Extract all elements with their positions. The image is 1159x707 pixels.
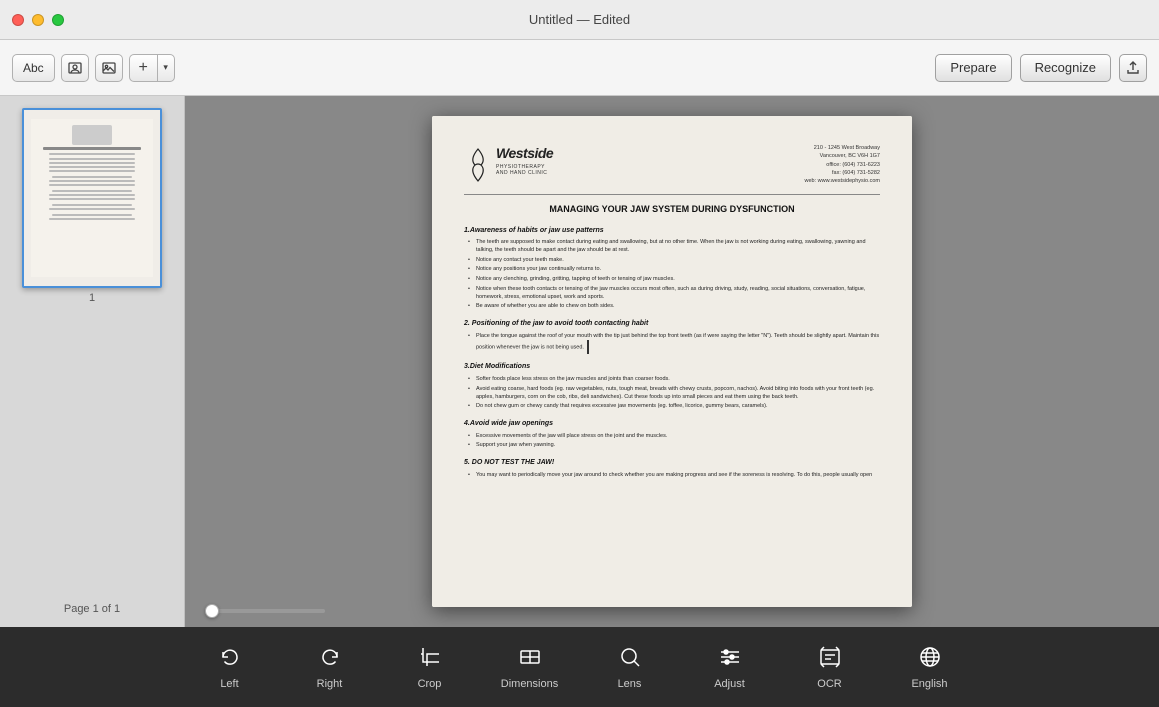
doc-address: 210 - 1245 West Broadway Vancouver, BC V… [804, 144, 880, 185]
zoom-slider-thumb[interactable] [205, 604, 219, 618]
rotate-left-icon [217, 644, 243, 674]
language-label: English [911, 678, 947, 690]
section1-bullet-2: Notice any contact your teeth make. [476, 257, 880, 265]
doc-logo-main: Westside [496, 144, 553, 164]
section1-bullet-4: Notice any clenching, grinding, gritting… [476, 276, 880, 284]
section5-bullet-1: You may want to periodically move your j… [476, 472, 880, 480]
prepare-button[interactable]: Prepare [935, 54, 1011, 82]
lens-icon [617, 644, 643, 674]
section4-bullet-1: Excessive movements of the jaw will plac… [476, 433, 880, 441]
adjust-label: Adjust [714, 678, 745, 690]
toolbar-left: Abc + ▾ [12, 54, 927, 82]
page-info: Page 1 of 1 [64, 595, 120, 615]
ocr-icon [817, 644, 843, 674]
dimensions-button[interactable]: Dimensions [480, 632, 580, 702]
section1-title: 1.Awareness of habits or jaw use pattern… [464, 226, 880, 236]
doc-logo-area: Westside PHYSIOTHERAPYAND HAND CLINIC [464, 144, 553, 186]
language-button[interactable]: English [880, 632, 980, 702]
doc-header: Westside PHYSIOTHERAPYAND HAND CLINIC 21… [464, 144, 880, 186]
title-bar: Untitled — Edited [0, 0, 1159, 40]
doc-logo-text: Westside PHYSIOTHERAPYAND HAND CLINIC [496, 144, 553, 177]
section1-bullet-6: Be aware of whether you are able to chew… [476, 303, 880, 311]
maximize-button[interactable] [52, 14, 64, 26]
contact-icon-button[interactable] [61, 54, 89, 82]
thumbnail-frame [22, 108, 162, 288]
ocr-label: OCR [817, 678, 841, 690]
section5-title: 5. DO NOT TEST THE JAW! [464, 458, 880, 468]
lens-label: Lens [618, 678, 642, 690]
dimensions-icon [517, 644, 543, 674]
minimize-button[interactable] [32, 14, 44, 26]
section-5: 5. DO NOT TEST THE JAW! You may want to … [464, 458, 880, 479]
thumb-logo [72, 125, 112, 145]
zoom-slider-area [185, 595, 1159, 627]
crop-icon [417, 644, 443, 674]
thumbnail-label: 1 [89, 292, 95, 304]
doc-divider [464, 194, 880, 195]
section4-title: 4.Avoid wide jaw openings [464, 419, 880, 429]
bottom-toolbar: Left Right Crop [0, 627, 1159, 707]
page-thumbnail[interactable]: 1 [12, 108, 172, 304]
thumbnail-inner [31, 119, 153, 277]
sidebar: 1 Page 1 of 1 [0, 96, 185, 627]
section4-bullet-2: Support your jaw when yawning. [476, 442, 880, 450]
crop-button[interactable]: Crop [380, 632, 480, 702]
dimensions-label: Dimensions [501, 678, 558, 690]
language-icon [917, 644, 943, 674]
adjust-icon [717, 644, 743, 674]
rotate-left-button[interactable]: Left [180, 632, 280, 702]
zoom-slider-track[interactable] [205, 609, 325, 613]
section-2: 2. Positioning of the jaw to avoid tooth… [464, 319, 880, 354]
share-button[interactable] [1119, 54, 1147, 82]
document-page: Westside PHYSIOTHERAPYAND HAND CLINIC 21… [432, 116, 912, 607]
doc-title: MANAGING YOUR JAW SYSTEM DURING DYSFUNCT… [464, 203, 880, 216]
abc-button[interactable]: Abc [12, 54, 55, 82]
add-dropdown-button[interactable]: ▾ [157, 54, 175, 82]
document-area: Westside PHYSIOTHERAPYAND HAND CLINIC 21… [185, 96, 1159, 627]
doc-logo-icon [464, 144, 492, 186]
address-web: web: www.westsidephysio.com [804, 177, 880, 185]
address-fax: fax: (604) 731-5282 [804, 169, 880, 177]
section-4: 4.Avoid wide jaw openings Excessive move… [464, 419, 880, 450]
rotate-left-label: Left [220, 678, 238, 690]
cursor [587, 340, 595, 354]
address-phone: office: (604) 731-6223 [804, 161, 880, 169]
window-title: Untitled — Edited [529, 12, 630, 27]
window-controls [12, 14, 64, 26]
section1-bullet-3: Notice any positions your jaw continuall… [476, 266, 880, 274]
lens-button[interactable]: Lens [580, 632, 680, 702]
section2-title: 2. Positioning of the jaw to avoid tooth… [464, 319, 880, 329]
section-3: 3.Diet Modifications Softer foods place … [464, 362, 880, 411]
crop-label: Crop [418, 678, 442, 690]
section3-bullet-3: Do not chew gum or chewy candy that requ… [476, 403, 880, 411]
section1-bullet-1: The teeth are supposed to make contact d… [476, 239, 880, 254]
rotate-right-button[interactable]: Right [280, 632, 380, 702]
doc-logo-sub: PHYSIOTHERAPYAND HAND CLINIC [496, 164, 553, 177]
main-content: 1 Page 1 of 1 Westside [0, 96, 1159, 627]
close-button[interactable] [12, 14, 24, 26]
adjust-button[interactable]: Adjust [680, 632, 780, 702]
recognize-button[interactable]: Recognize [1020, 54, 1111, 82]
add-button-group: + ▾ [129, 54, 175, 82]
ocr-button[interactable]: OCR [780, 632, 880, 702]
address-line2: Vancouver, BC V6H 1G7 [804, 152, 880, 160]
section3-bullet-2: Avoid eating coarse, hard foods (eg. raw… [476, 386, 880, 401]
rotate-right-label: Right [317, 678, 343, 690]
document-content: Westside PHYSIOTHERAPYAND HAND CLINIC 21… [432, 116, 912, 607]
toolbar: Abc + ▾ Prepare Recognize [0, 40, 1159, 96]
section3-bullet-1: Softer foods place less stress on the ja… [476, 376, 880, 384]
rotate-right-icon [317, 644, 343, 674]
section1-bullet-5: Notice when these tooth contacts or tens… [476, 286, 880, 301]
address-line1: 210 - 1245 West Broadway [804, 144, 880, 152]
add-main-button[interactable]: + [129, 54, 157, 82]
image-icon-button[interactable] [95, 54, 123, 82]
section3-title: 3.Diet Modifications [464, 362, 880, 372]
section-1: 1.Awareness of habits or jaw use pattern… [464, 226, 880, 311]
section2-bullet-1: Place the tongue against the roof of you… [476, 333, 880, 355]
toolbar-right: Prepare Recognize [935, 54, 1147, 82]
